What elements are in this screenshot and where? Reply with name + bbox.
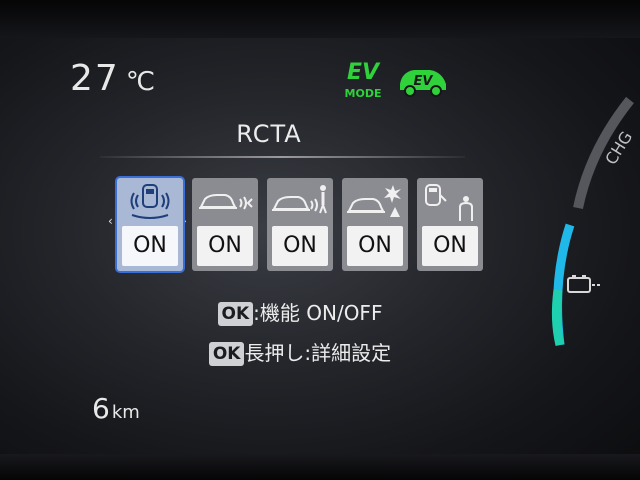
top-bezel xyxy=(0,0,640,38)
gauge-fill-low xyxy=(551,289,565,347)
chevron-left-icon[interactable]: ‹ xyxy=(108,214,113,228)
distance-unit: km xyxy=(111,402,140,423)
car-pedestrian-icon xyxy=(272,185,327,214)
ev-mode-label: EV xyxy=(346,60,380,85)
rcta-sensor-icon xyxy=(130,184,170,219)
ev-mode-sublabel: MODE xyxy=(344,87,382,100)
distance-value: 6 xyxy=(92,392,110,425)
tile-door[interactable]: ON xyxy=(417,178,483,271)
help-longpress-line: OK 長押し:詳細設定 xyxy=(0,337,600,366)
title-divider xyxy=(100,156,465,158)
ok-key-badge: OK xyxy=(208,342,245,366)
ev-car-icon: EV xyxy=(400,70,446,97)
page-title: RCTA xyxy=(236,120,302,148)
help-longpress-text: 長押し:詳細設定 xyxy=(244,341,392,365)
ev-car-icon-label: EV xyxy=(414,74,434,89)
help-toggle-line: OK:機能 ON/OFF xyxy=(0,297,600,326)
help-toggle-text: :機能 ON/OFF xyxy=(253,301,383,325)
car-collision-icon xyxy=(347,185,401,217)
distance-readout: 6 km xyxy=(92,392,140,425)
tile-pedestrian[interactable]: ON xyxy=(267,178,333,271)
ev-mode-indicator: EV MODE xyxy=(340,60,386,101)
tile-pedestrian-status: ON xyxy=(272,226,328,266)
tile-rcta-status: ON xyxy=(122,226,178,266)
outside-temperature: 27 ℃ xyxy=(70,58,155,99)
tile-collision-status: ON xyxy=(347,226,403,266)
car-door-icon xyxy=(425,184,473,221)
tile-rcta[interactable]: ON xyxy=(117,178,183,271)
ok-key-badge: OK xyxy=(217,302,254,326)
tile-rear-sensor[interactable]: ON xyxy=(192,178,258,271)
tile-door-status: ON xyxy=(422,226,478,266)
charge-gauge: CHG xyxy=(551,96,636,347)
bottom-bezel xyxy=(0,454,640,480)
car-rear-sound-icon xyxy=(199,194,253,210)
battery-icon xyxy=(567,275,602,293)
tile-rear-sensor-status: ON xyxy=(197,226,253,266)
temperature-unit: ℃ xyxy=(125,67,156,97)
tile-collision[interactable]: ON xyxy=(342,178,408,271)
temperature-value: 27 xyxy=(70,58,120,99)
